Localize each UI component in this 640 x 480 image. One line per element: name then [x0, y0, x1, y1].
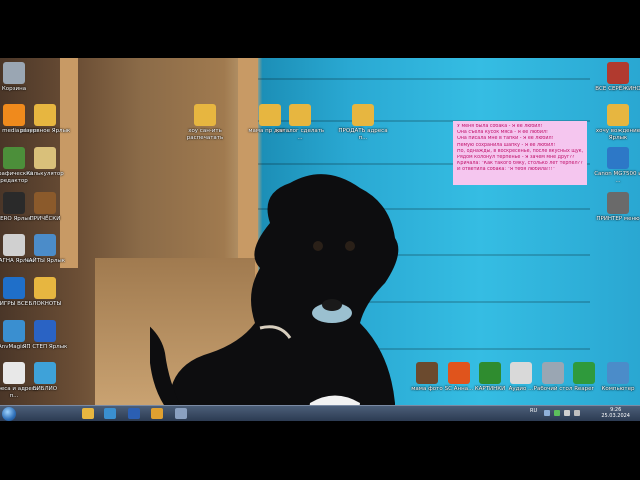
desktop-icon-help[interactable]: ЯП СТЕП Ярлык: [18, 320, 72, 351]
letterbox-bottom: [0, 421, 640, 480]
tray-icon[interactable]: [544, 410, 550, 416]
explorer-icon[interactable]: [82, 408, 94, 419]
desktop-icon-canon[interactable]: Canon MG7500 и ...: [591, 147, 640, 184]
desktop-icon-biblio[interactable]: БИБЛИО: [18, 362, 72, 393]
desktop-icon-label: ПРОДАТЬ адреса п...: [338, 128, 388, 141]
printer-icon: [607, 147, 629, 169]
desktop-icon-calculator[interactable]: Калькулятор: [18, 147, 72, 178]
desktop-icon-vse[interactable]: ВСЕ СЕРЁЖИНО: [591, 62, 640, 93]
recycle-bin-icon: [3, 62, 25, 84]
desktop-icon-b7[interactable]: Компьютер: [591, 362, 640, 393]
calculator-icon: [34, 147, 56, 169]
desktop-icon-label: ЧАЙТЫ Ярлык: [24, 258, 66, 264]
desktop-icon-label: Компьютер: [601, 386, 635, 392]
desktop-icon-label: хоу сан-ить распечатать: [186, 128, 224, 141]
desktop-icon-top4[interactable]: ПРОДАТЬ адреса п...: [336, 104, 390, 141]
desktop-icon-label: Canon MG7500 и ...: [594, 171, 640, 184]
ie-icon[interactable]: [104, 408, 116, 419]
computer-icon: [34, 234, 56, 256]
sticky-note[interactable]: У меня была собака - Я её любил! Она съе…: [453, 121, 587, 185]
desktop-icon-printer[interactable]: ПРИНТЕР меню: [591, 192, 640, 223]
word-icon[interactable]: [128, 408, 140, 419]
desktop-icon-bloknoty[interactable]: БЛОКНОТЫ: [18, 277, 72, 308]
desktop-icon-label: хочу вождение Ярлык: [595, 128, 640, 141]
desktop-icon-label: каталог сделать ...: [275, 128, 325, 141]
folder-icon: [194, 104, 216, 126]
desktop-icon-rezervnoe[interactable]: резервное Ярлык: [18, 104, 72, 135]
desktop-icon-label: Калькулятор: [26, 171, 64, 177]
start-button[interactable]: [2, 407, 16, 421]
folder-icon: [34, 277, 56, 299]
desktop-icon-label: ЯП СТЕП Ярлык: [22, 344, 68, 350]
tray-icon[interactable]: [554, 410, 560, 416]
folder-icon: [289, 104, 311, 126]
printer-icon: [607, 192, 629, 214]
note-line: И ответила собака: "Я тебя любила!!!": [457, 167, 555, 173]
desktop-icon-label: Корзина: [1, 86, 27, 92]
photo-folder-icon: [34, 192, 56, 214]
desktop-icon-label: ВСЕ СЕРЁЖИНО: [595, 86, 640, 92]
folder-icon: [352, 104, 374, 126]
volume-icon[interactable]: [574, 410, 580, 416]
folder-icon: [607, 104, 629, 126]
clock[interactable]: 9:26 25.03.2024: [601, 407, 630, 419]
media-player-icon[interactable]: [151, 408, 163, 419]
desktop-icon-recycle[interactable]: Корзина: [0, 62, 41, 93]
desktop-icon-top1[interactable]: хоу сан-ить распечатать: [178, 104, 232, 141]
desktop-icon-pricheski[interactable]: ПРИЧЁСКИ: [18, 192, 72, 223]
desktop-icon-label: ПРИЧЁСКИ: [29, 216, 61, 222]
computer-icon: [607, 362, 629, 384]
desktop-icon-label: БИБЛИО: [32, 386, 58, 392]
desktop-icon-label: БЛОКНОТЫ: [28, 301, 62, 307]
desktop-icon-label: ПРИНТЕР меню: [596, 216, 640, 222]
desktop-icon-sajty[interactable]: ЧАЙТЫ Ярлык: [18, 234, 72, 265]
app-icon[interactable]: [175, 408, 187, 419]
desktop-icon-label: резервное Ярлык: [19, 128, 71, 134]
globe-icon: [34, 362, 56, 384]
help-icon: [34, 320, 56, 342]
letterbox-top: [0, 0, 640, 58]
taskbar: RU 9:26 25.03.2024: [0, 405, 640, 421]
desktop-icon-hochu[interactable]: хочу вождение Ярлык: [591, 104, 640, 141]
folder-icon: [34, 104, 56, 126]
clock-date: 25.03.2024: [601, 413, 630, 419]
tray-icon[interactable]: [564, 410, 570, 416]
desktop-icon-top3[interactable]: каталог сделать ...: [273, 104, 327, 141]
language-indicator[interactable]: RU: [530, 408, 537, 414]
person-photo-icon: [607, 62, 629, 84]
